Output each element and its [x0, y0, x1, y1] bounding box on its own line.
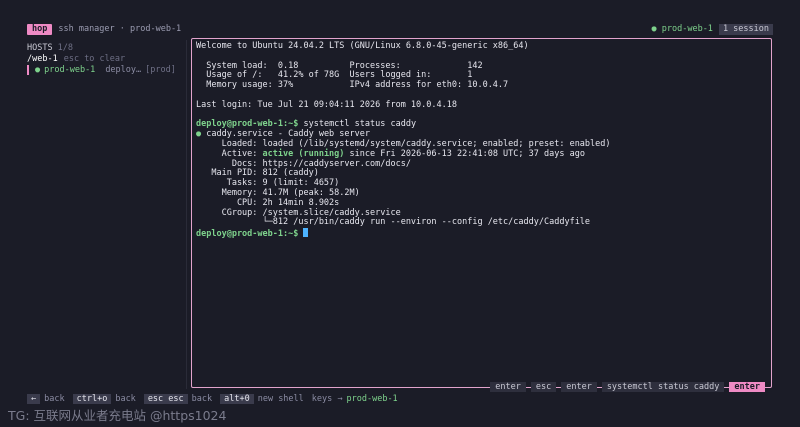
top-bar: hop ssh manager · prod-web-1 ● prod-web-…: [27, 22, 773, 36]
key-chip: enter: [490, 382, 526, 392]
command-text: systemctl status caddy: [298, 119, 417, 130]
top-bar-status: ● prod-web-1 1 session: [651, 23, 773, 35]
session-count-badge[interactable]: 1 session: [718, 23, 773, 35]
host-tag: [prod]: [145, 65, 176, 75]
keys-target: prod-web-1: [346, 394, 398, 404]
service-name: caddy.service - Caddy web server: [201, 129, 371, 140]
key-chip: enter: [561, 382, 597, 392]
welcome-line: Welcome to Ubuntu 24.04.2 LTS (GNU/Linux…: [196, 41, 529, 51]
app-badge: hop: [27, 23, 53, 35]
last-login-line: Last login: Tue Jul 21 09:04:11 2026 fro…: [196, 99, 457, 110]
keys-label: keys →: [311, 394, 343, 404]
hosts-sidebar: HOSTS 1/8 /web-1 esc to clear ● prod-web-1…: [27, 40, 187, 389]
key-history: enter esc enter systemctl status caddy e…: [490, 382, 765, 392]
shortcut-key[interactable]: ctrl+o: [72, 394, 112, 404]
shell-prompt: deploy@prod-web-1:~$: [196, 229, 299, 240]
hosts-header: HOSTS 1/8: [27, 43, 186, 53]
stats-line: Memory usage: 37% IPv4 address for eth0:…: [196, 80, 509, 91]
input-line[interactable]: deploy@prod-web-1:~$: [196, 228, 767, 240]
shortcut-label: back: [115, 394, 136, 404]
host-user: deploy…: [105, 65, 142, 75]
shortcut-key[interactable]: alt+0: [220, 394, 254, 404]
active-label: Active:: [196, 148, 263, 159]
shell-prompt: deploy@prod-web-1:~$: [196, 119, 299, 130]
shortcut-bar: ← back ctrl+o back esc esc back alt+0 new sh…: [27, 393, 398, 405]
key-chip: systemctl status caddy: [601, 382, 725, 392]
key-chip-latest: enter: [729, 382, 765, 392]
cursor: [303, 228, 309, 238]
detail-line: └─812 /usr/bin/caddy run --environ --con…: [196, 217, 591, 228]
hosts-count: 1/8: [57, 43, 73, 53]
host-filter-input[interactable]: /web-1: [27, 54, 58, 64]
shortcut-label: back: [191, 394, 213, 404]
key-chip: esc: [530, 382, 557, 392]
shortcut-label: new shell: [257, 394, 304, 404]
host-list-item[interactable]: ● prod-web-1 deploy… [prod]: [27, 65, 186, 75]
host-name: prod-web-1: [44, 65, 96, 75]
active-host-indicator: ● prod-web-1: [651, 24, 713, 34]
hosts-heading: HOSTS: [27, 43, 53, 53]
terminal-pane[interactable]: Welcome to Ubuntu 24.04.2 LTS (GNU/Linux…: [191, 38, 772, 392]
filter-hint: esc to clear: [63, 54, 126, 64]
active-state: active (running): [262, 148, 345, 159]
app-title: ssh manager · prod-web-1: [58, 24, 182, 34]
shortcut-key[interactable]: ←: [27, 394, 41, 404]
host-filter[interactable]: /web-1 esc to clear: [27, 54, 186, 64]
active-since: since Fri 2026-06-13 22:41:08 UTC; 37 da…: [344, 148, 585, 159]
watermark: TG: 互联网从业者充电站 @https1024: [8, 408, 227, 423]
host-status-dot-icon: ●: [35, 65, 41, 75]
shortcut-key[interactable]: esc esc: [143, 394, 188, 404]
shortcut-label: back: [44, 394, 65, 404]
